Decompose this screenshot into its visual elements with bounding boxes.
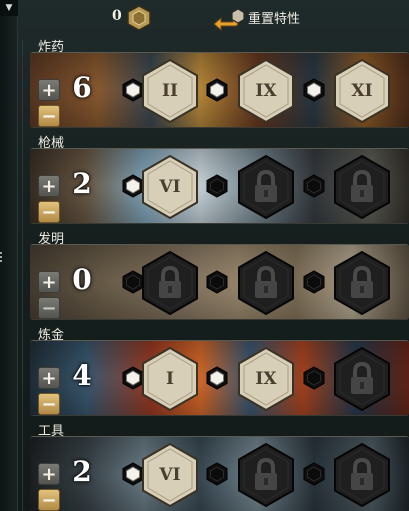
major-trait-button[interactable]: VI: [142, 442, 198, 508]
locked-major-trait[interactable]: [334, 442, 390, 508]
locked-minor-trait-icon: [122, 270, 144, 294]
rank-controls: + −: [38, 271, 60, 319]
trait-rank-value: 2: [72, 167, 92, 200]
trait-header: 0 重置特性: [0, 0, 409, 36]
locked-major-trait[interactable]: [334, 154, 390, 220]
locked-major-trait[interactable]: [334, 346, 390, 412]
lock-icon: [334, 346, 390, 412]
lock-icon: [334, 154, 390, 220]
trait-hex-icon: [142, 154, 198, 220]
trait-rank-value: 4: [72, 359, 92, 392]
decrease-rank-button[interactable]: −: [38, 201, 60, 223]
trait-hex-icon: [142, 442, 198, 508]
decrease-rank-button[interactable]: −: [38, 489, 60, 511]
trait-line: 枪械 + −2 VI: [22, 132, 409, 228]
lock-icon: [238, 154, 294, 220]
major-trait-button[interactable]: XI: [334, 58, 390, 124]
trait-point-hex-icon: [127, 5, 151, 31]
trait-hex-icon: [142, 58, 198, 124]
trait-line: 工具 + −2 VI: [22, 420, 409, 511]
locked-major-trait[interactable]: [142, 250, 198, 316]
trait-line-banner: + −2 VI: [30, 148, 409, 224]
major-trait-button[interactable]: IX: [238, 58, 294, 124]
major-trait-button[interactable]: VI: [142, 154, 198, 220]
rank-controls: + −: [38, 79, 60, 127]
decrease-rank-button[interactable]: −: [38, 297, 60, 319]
left-rail: ▼: [0, 0, 18, 511]
reset-hex-icon: [231, 8, 245, 24]
trait-line-banner: + −2 VI: [30, 436, 409, 511]
locked-minor-trait-icon: [206, 462, 228, 486]
locked-minor-trait-icon: [303, 174, 325, 198]
increase-rank-button[interactable]: +: [38, 175, 60, 197]
increase-rank-button[interactable]: +: [38, 463, 60, 485]
locked-minor-trait-icon: [206, 174, 228, 198]
locked-major-trait[interactable]: [238, 250, 294, 316]
trait-rank-value: 0: [72, 263, 92, 296]
decrease-rank-button[interactable]: −: [38, 105, 60, 127]
major-trait-button[interactable]: IX: [238, 346, 294, 412]
trait-line-banner: + −6 II IX XI: [30, 52, 409, 128]
trait-line: 炼金 + −4 I IX: [22, 324, 409, 420]
locked-minor-trait-icon: [206, 270, 228, 294]
trait-points-count: 0: [112, 8, 122, 24]
rank-controls: + −: [38, 367, 60, 415]
major-trait-button[interactable]: I: [142, 346, 198, 412]
trait-rank-value: 6: [72, 71, 92, 104]
trait-line-banner: + −4 I IX: [30, 340, 409, 416]
rank-controls: + −: [38, 175, 60, 223]
locked-major-trait[interactable]: [238, 154, 294, 220]
locked-major-trait[interactable]: [334, 250, 390, 316]
increase-rank-button[interactable]: +: [38, 367, 60, 389]
locked-minor-trait-icon: [303, 462, 325, 486]
minor-trait-icon: [206, 78, 228, 102]
locked-major-trait[interactable]: [238, 442, 294, 508]
minor-trait-icon: [122, 174, 144, 198]
trait-hex-icon: [238, 58, 294, 124]
increase-rank-button[interactable]: +: [38, 271, 60, 293]
trait-line: 炸药 + −6 II IX XI: [22, 36, 409, 132]
minor-trait-icon: [122, 366, 144, 390]
major-trait-button[interactable]: II: [142, 58, 198, 124]
minor-trait-icon: [122, 78, 144, 102]
decrease-rank-button[interactable]: −: [38, 393, 60, 415]
lock-icon: [334, 250, 390, 316]
locked-minor-trait-icon: [303, 270, 325, 294]
lock-icon: [334, 442, 390, 508]
rail-marker: [0, 252, 4, 262]
trait-hex-icon: [238, 346, 294, 412]
rank-controls: + −: [38, 463, 60, 511]
trait-line-banner: + −0: [30, 244, 409, 320]
increase-rank-button[interactable]: +: [38, 79, 60, 101]
lock-icon: [142, 250, 198, 316]
trait-hex-icon: [142, 346, 198, 412]
lock-icon: [238, 250, 294, 316]
trait-rank-value: 2: [72, 455, 92, 488]
minor-trait-icon: [206, 366, 228, 390]
trait-hex-icon: [334, 58, 390, 124]
lock-icon: [238, 442, 294, 508]
minor-trait-icon: [122, 462, 144, 486]
locked-minor-trait-icon: [303, 366, 325, 390]
reset-traits-button[interactable]: 重置特性: [248, 8, 300, 27]
minor-trait-icon: [303, 78, 325, 102]
trait-line: 发明 + −0: [22, 228, 409, 324]
